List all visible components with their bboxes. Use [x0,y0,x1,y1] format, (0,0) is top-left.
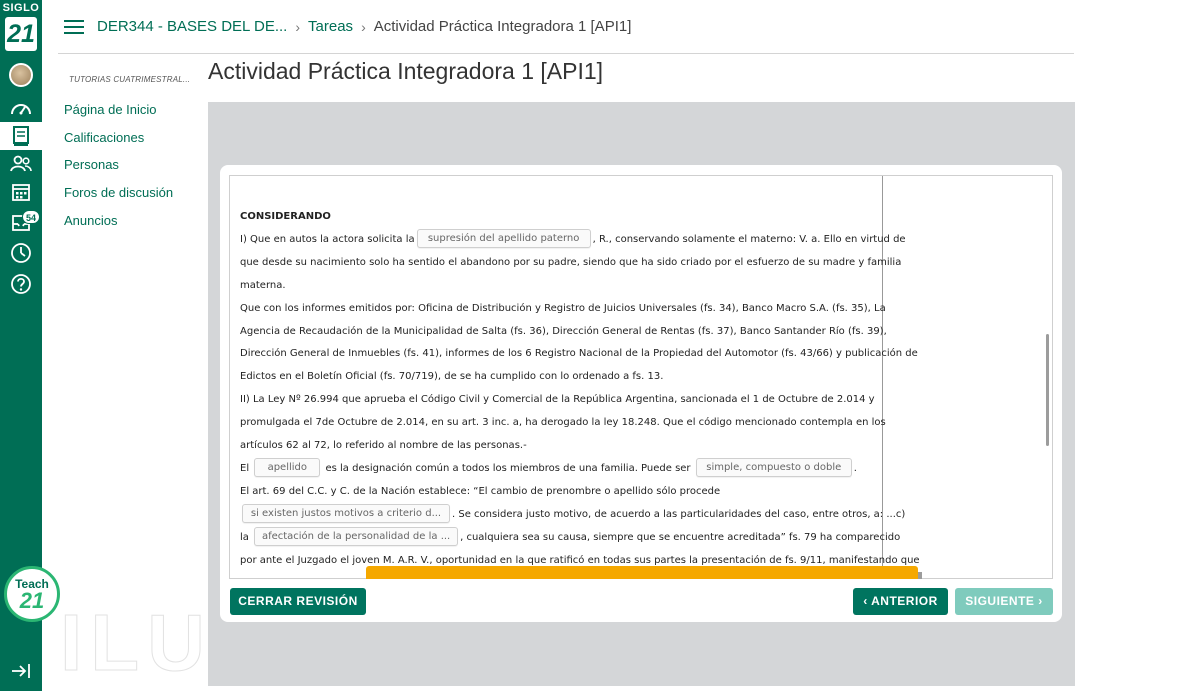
doc-line: El art. 69 del C.C. y C. de la Nación es… [240,485,721,497]
answer-blank-1[interactable]: supresión del apellido paterno [416,229,591,249]
doc-line: El apellido es la designación común a to… [240,458,870,481]
breadcrumb-separator-icon: › [361,18,366,35]
doc-line: que desde su nacimiento solo ha sentido … [240,256,902,268]
document-text: CONSIDERANDO I) Que en autos la actora s… [240,206,920,573]
breadcrumb-separator-icon: › [295,18,301,35]
collapse-nav-icon[interactable] [0,657,42,685]
breadcrumb-current: Actividad Práctica Integradora 1 [API1] [373,18,632,35]
answer-blank-2[interactable]: apellido [254,458,321,478]
doc-line: la afectación de la personalidad de la .… [240,527,900,550]
document-viewer[interactable]: CONSIDERANDO I) Que en autos la actora s… [229,175,1053,579]
breadcrumb-course-link[interactable]: DER344 - BASES DEL DE... [97,18,287,35]
dashboard-icon[interactable] [0,94,42,122]
header-divider [58,53,1074,54]
menu-toggle-icon[interactable] [64,20,84,35]
doc-line: I) Que en autos la actora solicita la sup… [240,229,906,252]
chevron-right-icon: › [1034,594,1043,608]
document-scrollbar[interactable] [1046,334,1049,446]
doc-heading: CONSIDERANDO [240,211,331,222]
nav-item-personas[interactable]: Personas [64,156,173,184]
doc-line: materna. [240,279,286,291]
doc-line: Agencia de Recaudación de la Municipalid… [240,325,887,337]
doc-line: Dirección General de Inmuebles (fs. 41),… [240,348,918,360]
doc-line: artículos 62 al 72, lo referido al nombr… [240,440,527,452]
page-title: Actividad Práctica Integradora 1 [API1] [208,58,604,84]
course-section-label: TUTORIAS CUATRIMESTRAL... [69,75,191,84]
teach21-widget[interactable]: Teach 21 [4,566,60,622]
nav-item-inicio[interactable]: Página de Inicio [64,101,173,129]
next-button[interactable]: SIGUIENTE › [955,588,1053,615]
breadcrumb: DER344 - BASES DEL DE... › Tareas › Acti… [97,18,631,35]
doc-line: Que con los informes emitidos por: Ofici… [240,302,886,314]
siglo21-logo[interactable]: 21 [5,17,37,51]
doc-line: Edictos en el Boletín Oficial (fs. 70/71… [240,371,664,383]
course-nav: Página de Inicio Calificaciones Personas… [64,101,173,239]
answer-blank-3[interactable]: simple, compuesto o doble [695,458,852,478]
question-card: CONSIDERANDO I) Que en autos la actora s… [220,165,1062,622]
user-avatar[interactable] [9,63,33,87]
logo-top-text: SIGLO [2,2,40,14]
close-review-button[interactable]: CERRAR REVISIÓN [230,588,366,615]
history-clock-icon[interactable] [0,239,42,267]
app-root: SIGLO 21 54 Teach 21 DER344 - BASES DEL … [0,0,1200,691]
groups-icon[interactable] [0,150,42,178]
nav-item-calificaciones[interactable]: Calificaciones [64,129,173,157]
teach-number: 21 [19,588,45,613]
answer-blank-4[interactable]: si existen justos motivos a criterio d..… [242,504,450,524]
doc-line: promulgada el 7de Octubre de 2.014, en s… [240,417,886,429]
previous-button[interactable]: ‹ ANTERIOR [853,588,948,615]
inbox-unread-badge: 54 [22,210,41,224]
calendar-icon[interactable] [0,178,42,206]
nav-item-anuncios[interactable]: Anuncios [64,212,173,240]
doc-line: si existen justos motivos a criterio d..… [240,504,905,527]
courses-icon[interactable] [0,122,42,150]
doc-line: II) La Ley Nº 26.994 que aprueba el Códi… [240,394,875,406]
feedback-bar [366,566,918,579]
breadcrumb-tareas-link[interactable]: Tareas [308,18,353,35]
answer-blank-5[interactable]: afectación de la personalidad de la ... [254,527,459,547]
nav-item-foros[interactable]: Foros de discusión [64,184,173,212]
watermark-decoration: ILU [60,598,213,688]
help-icon[interactable] [0,270,42,298]
feedback-bar-handle [918,572,922,579]
chevron-left-icon: ‹ [863,594,872,608]
